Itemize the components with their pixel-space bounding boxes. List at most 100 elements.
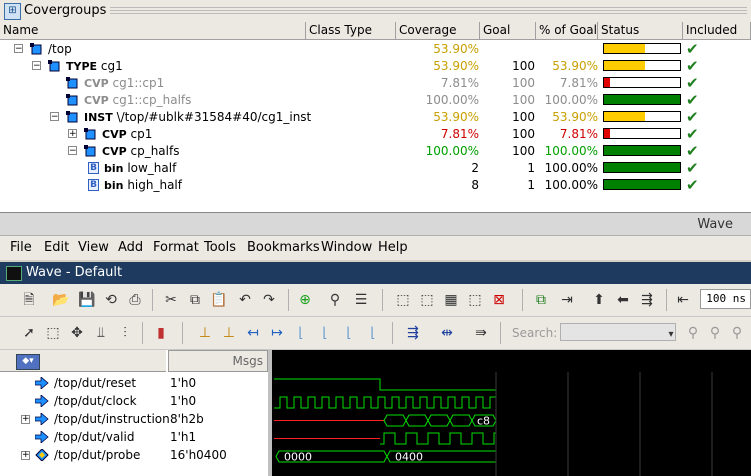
item-kind-label: bin bbox=[104, 162, 128, 175]
menu-bookmarks[interactable]: Bookmarks bbox=[247, 240, 320, 255]
search-prev-icon[interactable]: ⚲ bbox=[684, 324, 702, 342]
menu-file[interactable]: File bbox=[10, 240, 32, 255]
next-edge-icon[interactable]: ↦ bbox=[268, 324, 286, 342]
prev-edge-icon[interactable]: ↤ bbox=[244, 324, 262, 342]
waveform-canvas[interactable]: c8 0000 0400 bbox=[272, 350, 751, 476]
toolbar-separator bbox=[288, 289, 289, 311]
cut-icon[interactable]: ✂ bbox=[162, 291, 180, 309]
select-pointer-icon[interactable]: ➚ bbox=[20, 324, 38, 342]
signal-row[interactable]: /top/dut/clock 1'h0 bbox=[0, 392, 268, 410]
titlebar-grip[interactable] bbox=[110, 7, 747, 15]
covergroup-row[interactable]: Bbin high_half 8 1 100.00% ✔ bbox=[0, 177, 751, 194]
covergroup-row[interactable]: − TYPE cg1 53.90% 100 53.90% ✔ bbox=[0, 58, 751, 75]
redo-icon[interactable]: ↷ bbox=[260, 291, 278, 309]
paste-icon[interactable]: 📋 bbox=[210, 291, 228, 309]
covergroup-row[interactable]: + CVP cp1 7.81% 100 7.81% ✔ bbox=[0, 126, 751, 143]
search-input[interactable] bbox=[560, 323, 676, 341]
menu-help[interactable]: Help bbox=[378, 240, 408, 255]
goto-icon[interactable]: ⇛ bbox=[472, 324, 490, 342]
column-header-included[interactable]: Included bbox=[683, 22, 751, 39]
menu-view[interactable]: View bbox=[78, 240, 109, 255]
step-over-icon[interactable]: ⇥ bbox=[558, 291, 576, 309]
covergroup-row[interactable]: CVP cg1::cp1 7.81% 100 7.81% ✔ bbox=[0, 75, 751, 92]
column-header-goal[interactable]: Goal bbox=[480, 22, 536, 39]
zoom-out-icon[interactable]: ⫶ bbox=[116, 324, 134, 342]
edge-icon[interactable]: ⌊ bbox=[340, 324, 358, 342]
compile-all-icon[interactable]: ⬚ bbox=[418, 291, 436, 309]
signal-row[interactable]: /top/dut/reset 1'h0 bbox=[0, 374, 268, 392]
layout-icon[interactable]: ☰ bbox=[352, 291, 370, 309]
signal-row[interactable]: + /top/dut/probe 16'h0400 bbox=[0, 446, 268, 464]
zoom-in-icon[interactable]: ⫫ bbox=[92, 324, 110, 342]
new-document-icon[interactable]: 🗎 bbox=[20, 291, 38, 309]
find-icon[interactable]: ⚲ bbox=[326, 291, 344, 309]
covergroup-row[interactable]: − INST \/top/#ublk#31584#40/cg1_inst 53.90… bbox=[0, 109, 751, 126]
signal-type-icon[interactable]: ◆▾ bbox=[16, 354, 40, 370]
wave-window-titlebar[interactable]: Wave bbox=[0, 213, 751, 236]
print-icon[interactable]: ⎙ bbox=[126, 291, 144, 309]
wave-default-titlebar[interactable]: Wave - Default bbox=[0, 262, 751, 284]
restart-icon[interactable]: ⇶ bbox=[638, 291, 656, 309]
up-arrow-icon[interactable]: ⬆ bbox=[590, 291, 608, 309]
item-name: /top bbox=[48, 42, 72, 56]
percent-of-goal: 7.81% bbox=[559, 76, 598, 90]
expression-icon[interactable]: ⇹ bbox=[438, 324, 456, 342]
collapse-icon[interactable]: − bbox=[14, 44, 23, 54]
collapse-icon[interactable]: − bbox=[68, 146, 77, 156]
add-icon[interactable]: ⊕ bbox=[296, 291, 314, 309]
column-header-status[interactable]: Status bbox=[598, 22, 683, 39]
reload-icon[interactable]: ⟲ bbox=[102, 291, 120, 309]
column-header-name[interactable]: Name bbox=[0, 22, 306, 39]
step-icon[interactable]: ⧉ bbox=[532, 291, 550, 309]
copy-icon[interactable]: ⧉ bbox=[186, 291, 204, 309]
column-header-coverage[interactable]: Coverage bbox=[396, 22, 480, 39]
expression-icon[interactable]: ⇶ bbox=[404, 324, 422, 342]
status-bar bbox=[603, 60, 681, 71]
collapse-icon[interactable]: − bbox=[32, 61, 41, 71]
search-next-icon[interactable]: ⚲ bbox=[706, 324, 724, 342]
covergroup-row[interactable]: CVP cg1::cp_halfs 100.00% 100 100.00% ✔ bbox=[0, 92, 751, 109]
menu-add[interactable]: Add bbox=[118, 240, 143, 255]
run-length-icon[interactable]: ⇤ bbox=[674, 291, 692, 309]
expand-icon[interactable]: + bbox=[68, 129, 77, 139]
compile-icon[interactable]: ⬚ bbox=[394, 291, 412, 309]
zoom-mode-icon[interactable]: ⬚ bbox=[44, 324, 62, 342]
expand-icon[interactable]: + bbox=[21, 451, 30, 460]
instruction-bus-label: c8 bbox=[477, 415, 490, 428]
menu-window[interactable]: Window bbox=[321, 240, 372, 255]
toolbar-separator bbox=[500, 322, 501, 344]
covergroup-icon bbox=[66, 77, 78, 89]
stop-icon[interactable]: ⊠ bbox=[490, 291, 508, 309]
covergroup-row[interactable]: − CVP cp_halfs 100.00% 100 100.00% ✔ bbox=[0, 143, 751, 160]
menu-format[interactable]: Format bbox=[153, 240, 199, 255]
simulate-icon[interactable]: ▦ bbox=[442, 291, 460, 309]
break-icon[interactable]: ⬚ bbox=[466, 291, 484, 309]
column-header-class-type[interactable]: Class Type bbox=[306, 22, 396, 39]
cursor-edge-icon[interactable]: ⊥ bbox=[220, 324, 238, 342]
covergroup-row[interactable]: Bbin low_half 2 1 100.00% ✔ bbox=[0, 160, 751, 177]
signal-row[interactable]: + /top/dut/instruction 8'h2b bbox=[0, 410, 268, 428]
collapse-icon[interactable]: − bbox=[50, 112, 59, 122]
edge-icon[interactable]: ⌊ bbox=[316, 324, 334, 342]
goal-value: 1 bbox=[527, 178, 535, 192]
cursor-edge-icon[interactable]: ⊥ bbox=[196, 324, 214, 342]
covergroup-row[interactable]: − /top 53.90% ✔ bbox=[0, 41, 751, 58]
expand-icon[interactable]: + bbox=[21, 415, 30, 424]
menu-tools[interactable]: Tools bbox=[204, 240, 236, 255]
search-dropdown-icon[interactable]: ▾ bbox=[662, 326, 680, 344]
column-header--of-goal[interactable]: % of Goal bbox=[536, 22, 598, 39]
insert-cursor-icon[interactable]: ▮ bbox=[152, 324, 170, 342]
signal-row[interactable]: /top/dut/valid 1'h1 bbox=[0, 428, 268, 446]
run-length-field[interactable]: 100 ns bbox=[700, 289, 751, 309]
save-icon[interactable]: 💾 bbox=[78, 291, 96, 309]
search-all-icon[interactable]: ⚲ bbox=[728, 324, 746, 342]
left-arrow-icon[interactable]: ⬅ bbox=[614, 291, 632, 309]
open-folder-icon[interactable]: 📂 bbox=[52, 291, 70, 309]
edge-icon[interactable]: ⌊ bbox=[292, 324, 310, 342]
zoom-full-icon[interactable]: ✥ bbox=[68, 324, 86, 342]
status-bar-fill bbox=[604, 78, 610, 87]
menu-edit[interactable]: Edit bbox=[44, 240, 69, 255]
edge-icon[interactable]: ⌊ bbox=[364, 324, 382, 342]
undo-icon[interactable]: ↶ bbox=[236, 291, 254, 309]
menubar: File Edit View Add Format Tools Bookmarks Windo… bbox=[0, 236, 751, 260]
